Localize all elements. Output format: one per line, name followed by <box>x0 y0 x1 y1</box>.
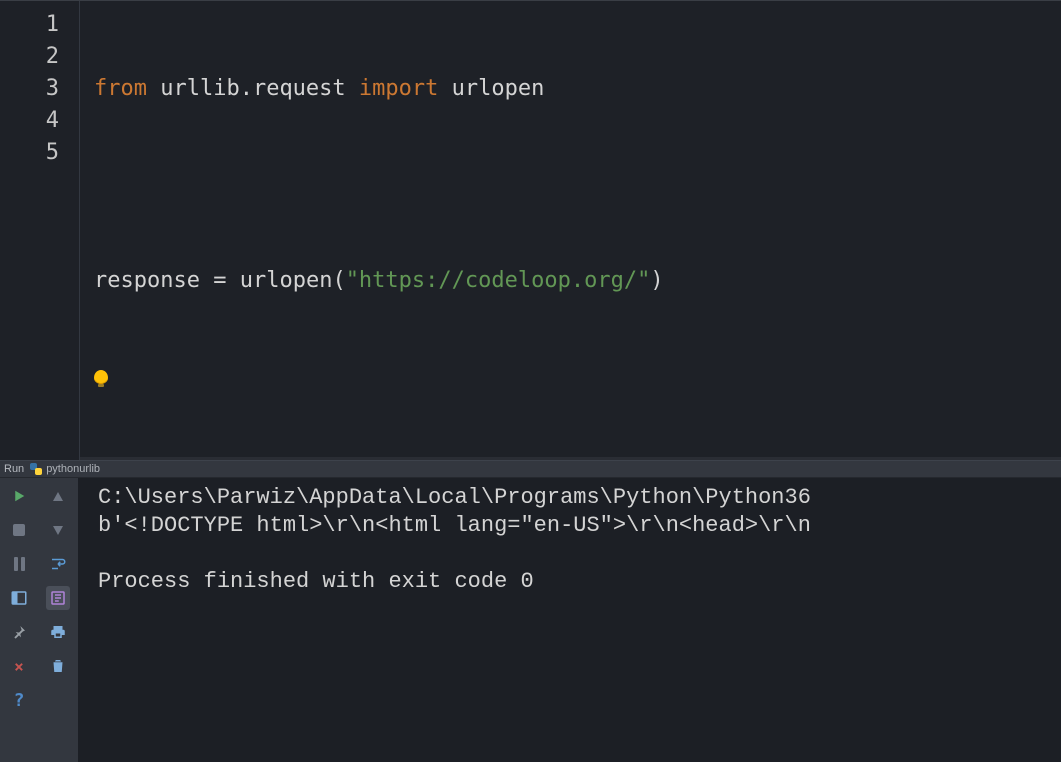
console-output[interactable]: C:\Users\Parwiz\AppData\Local\Programs\P… <box>78 478 1061 762</box>
operator: = <box>213 268 226 293</box>
console-line: b'<!DOCTYPE html>\r\n<html lang="en-US">… <box>98 513 811 538</box>
identifier: response <box>94 268 200 293</box>
run-button[interactable] <box>7 484 31 508</box>
line-number: 1 <box>0 9 79 41</box>
help-button[interactable]: ? <box>7 688 31 712</box>
line-number: 2 <box>0 41 79 73</box>
scroll-to-end-button[interactable] <box>46 586 70 610</box>
function-call: urlopen <box>240 268 333 293</box>
soft-wrap-button[interactable] <box>46 552 70 576</box>
string-literal: "https://codeloop.org/" <box>346 268 651 293</box>
code-line[interactable] <box>94 169 1061 201</box>
intention-bulb-icon[interactable] <box>94 370 108 384</box>
print-button[interactable] <box>46 620 70 644</box>
close-button[interactable]: × <box>7 654 31 678</box>
paren: ( <box>332 268 345 293</box>
paren: ) <box>650 268 663 293</box>
code-editor[interactable]: from urllib.request import urlopen respo… <box>80 1 1061 460</box>
code-line-current[interactable]: print(response.read(100)) <box>80 457 1061 460</box>
run-config-name: pythonurlib <box>46 463 100 475</box>
stop-button[interactable] <box>7 518 31 542</box>
identifier: urlopen <box>452 76 545 101</box>
run-toolbar-right <box>38 478 78 762</box>
line-number: 4 <box>0 105 79 137</box>
line-number-gutter: 1 2 3 4 5 <box>0 1 80 460</box>
scroll-down-button[interactable] <box>46 518 70 542</box>
run-tool-window: × ? C:\Users\Parwiz\AppData\Local\Progra… <box>0 478 1061 762</box>
scroll-up-button[interactable] <box>46 484 70 508</box>
keyword: import <box>359 76 438 101</box>
editor-area: 1 2 3 4 5 from urllib.request import url… <box>0 0 1061 460</box>
console-line: C:\Users\Parwiz\AppData\Local\Programs\P… <box>98 485 811 510</box>
keyword: from <box>94 76 147 101</box>
run-tool-window-header[interactable]: Run pythonurlib <box>0 460 1061 478</box>
layout-button-1[interactable] <box>7 586 31 610</box>
code-line[interactable]: response = urlopen("https://codeloop.org… <box>94 265 1061 297</box>
code-line[interactable] <box>94 361 1061 393</box>
python-icon <box>30 463 42 475</box>
line-number: 3 <box>0 73 79 105</box>
module-path: urllib.request <box>160 76 345 101</box>
run-label: Run <box>4 463 24 475</box>
clear-all-button[interactable] <box>46 654 70 678</box>
line-number: 5 <box>0 137 79 169</box>
pause-button[interactable] <box>7 552 31 576</box>
pin-button[interactable] <box>7 620 31 644</box>
code-line[interactable]: from urllib.request import urlopen <box>94 73 1061 105</box>
console-line: Process finished with exit code 0 <box>98 569 534 594</box>
run-toolbar-left: × ? <box>0 478 38 762</box>
